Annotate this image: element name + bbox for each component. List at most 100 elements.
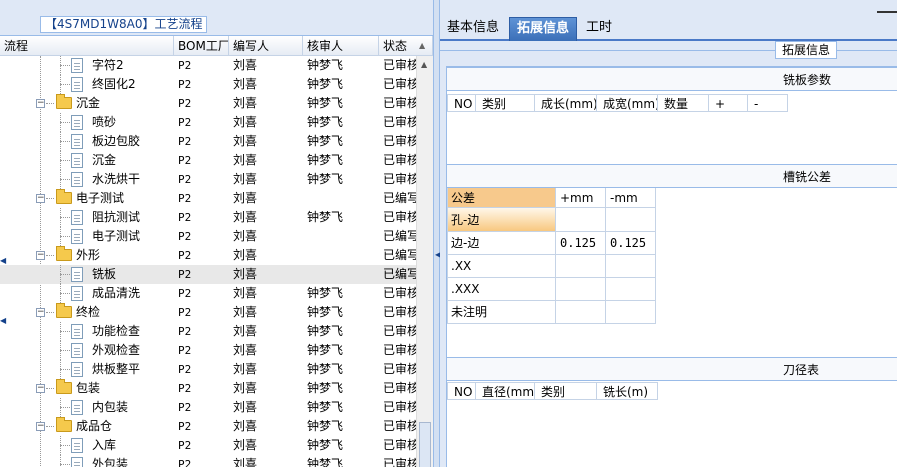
tab-work-hours[interactable]: 工时 bbox=[579, 17, 619, 41]
tree-connector bbox=[46, 255, 54, 256]
status: 已审核 bbox=[383, 172, 416, 186]
tool-diameter-title: 刀径表 bbox=[783, 363, 820, 377]
bom-factory: P2 bbox=[178, 439, 192, 452]
tool-col-header-2[interactable]: 类别 bbox=[535, 382, 597, 400]
panel-splitter[interactable]: ◀ bbox=[433, 0, 441, 467]
collapse-toggle-icon[interactable]: − bbox=[36, 422, 45, 431]
tree-row[interactable]: 水洗烘干 P2 刘喜 钟梦飞 已审核 bbox=[0, 170, 416, 189]
collapse-toggle-icon[interactable]: − bbox=[36, 384, 45, 393]
milling-col-header-2[interactable]: 成长(mm) bbox=[535, 94, 597, 112]
tree-row[interactable]: 沉金 P2 刘喜 钟梦飞 已审核 bbox=[0, 151, 416, 170]
tolerance-cell[interactable] bbox=[556, 208, 606, 232]
sort-arrow-icon[interactable]: ▲ bbox=[419, 41, 425, 50]
column-header-3[interactable]: 核审人 bbox=[303, 36, 379, 56]
tree-group-row[interactable]: − 外形 P2 刘喜 已编写 bbox=[0, 246, 416, 265]
node-name: 包装 bbox=[76, 381, 101, 395]
status: 已审核 bbox=[383, 77, 416, 91]
tab-basic-info[interactable]: 基本信息 bbox=[440, 17, 506, 41]
tolerance-cell[interactable]: 0.125 bbox=[556, 232, 606, 255]
column-header-2[interactable]: 编写人 bbox=[229, 36, 303, 56]
tool-col-header-0[interactable]: NO bbox=[447, 382, 476, 400]
tool-col-header-1[interactable]: 直径(mm) bbox=[476, 382, 535, 400]
node-name: 电子测试 bbox=[76, 191, 125, 205]
milling-params-title: 铣板参数 bbox=[783, 73, 832, 87]
status: 已编写 bbox=[383, 191, 416, 205]
bom-factory: P2 bbox=[178, 401, 192, 414]
milling-col-header-6[interactable]: - bbox=[748, 94, 788, 112]
node-name: 字符2 bbox=[92, 58, 124, 72]
process-flow-panel: 【4S7MD1W8A0】工艺流程 流程 BOM工厂 编写人 核审人 状态 ▲ 字符2 P2 刘… bbox=[0, 0, 433, 467]
document-icon bbox=[71, 286, 83, 301]
tree-row[interactable]: 烘板整平 P2 刘喜 钟梦飞 已审核 bbox=[0, 360, 416, 379]
document-icon bbox=[71, 400, 83, 415]
tree-group-row[interactable]: − 包装 P2 刘喜 钟梦飞 已审核 bbox=[0, 379, 416, 398]
tolerance-cell[interactable] bbox=[606, 278, 656, 301]
collapse-toggle-icon[interactable]: − bbox=[36, 308, 45, 317]
tolerance-cell[interactable] bbox=[556, 278, 606, 301]
reviewer: 钟梦飞 bbox=[307, 400, 344, 414]
tree-row[interactable]: 外观检查 P2 刘喜 钟梦飞 已审核 bbox=[0, 341, 416, 360]
collapse-left-arrow-icon[interactable]: ◀ bbox=[0, 256, 6, 265]
bom-factory: P2 bbox=[178, 173, 192, 186]
tree-row[interactable]: 外包装 P2 刘喜 钟梦飞 已审核 bbox=[0, 455, 416, 467]
tree-row[interactable]: 内包装 P2 刘喜 钟梦飞 已审核 bbox=[0, 398, 416, 417]
tree-row[interactable]: 功能检查 P2 刘喜 钟梦飞 已审核 bbox=[0, 322, 416, 341]
tool-col-header-3[interactable]: 铣长(m) bbox=[597, 382, 658, 400]
bom-factory: P2 bbox=[178, 363, 192, 376]
column-header-1[interactable]: BOM工厂 bbox=[174, 36, 229, 56]
reviewer: 钟梦飞 bbox=[307, 96, 344, 110]
milling-col-header-4[interactable]: 数量 bbox=[658, 94, 709, 112]
status: 已审核 bbox=[383, 400, 416, 414]
bom-factory: P2 bbox=[178, 211, 192, 224]
tree-row[interactable]: 电子测试 P2 刘喜 已编写 bbox=[0, 227, 416, 246]
reviewer: 钟梦飞 bbox=[307, 134, 344, 148]
tab-extended-info[interactable]: 拓展信息 bbox=[509, 17, 578, 41]
tree-row[interactable]: 铣板 P2 刘喜 已编写 bbox=[0, 265, 416, 284]
reviewer: 钟梦飞 bbox=[307, 305, 344, 319]
tolerance-cell[interactable] bbox=[606, 255, 656, 278]
writer: 刘喜 bbox=[233, 96, 258, 110]
tree-group-row[interactable]: − 终检 P2 刘喜 钟梦飞 已审核 bbox=[0, 303, 416, 322]
tree-row[interactable]: 喷砂 P2 刘喜 钟梦飞 已审核 bbox=[0, 113, 416, 132]
tolerance-cell[interactable] bbox=[606, 301, 656, 324]
writer: 刘喜 bbox=[233, 419, 258, 433]
collapse-left-arrow-icon-2[interactable]: ◀ bbox=[0, 316, 6, 325]
scroll-up-arrow-icon[interactable]: ▲ bbox=[421, 60, 427, 69]
writer: 刘喜 bbox=[233, 286, 258, 300]
milling-col-header-0[interactable]: NO bbox=[447, 94, 476, 112]
tolerance-cell[interactable] bbox=[606, 208, 656, 232]
reviewer: 钟梦飞 bbox=[307, 324, 344, 338]
tree-group-row[interactable]: − 成品仓 P2 刘喜 钟梦飞 已审核 bbox=[0, 417, 416, 436]
status: 已审核 bbox=[383, 381, 416, 395]
slot-tolerance-title: 槽铣公差 bbox=[783, 170, 832, 184]
tree-row[interactable]: 入库 P2 刘喜 钟梦飞 已审核 bbox=[0, 436, 416, 455]
milling-col-header-5[interactable]: + bbox=[709, 94, 748, 112]
milling-col-header-1[interactable]: 类别 bbox=[476, 94, 535, 112]
tree-row[interactable]: 成品清洗 P2 刘喜 钟梦飞 已审核 bbox=[0, 284, 416, 303]
tree-row[interactable]: 阻抗测试 P2 刘喜 钟梦飞 已审核 bbox=[0, 208, 416, 227]
tree-row[interactable]: 字符2 P2 刘喜 钟梦飞 已审核 bbox=[0, 56, 416, 75]
writer: 刘喜 bbox=[233, 267, 258, 281]
tree-group-row[interactable]: − 电子测试 P2 刘喜 已编写 bbox=[0, 189, 416, 208]
tree-row[interactable]: 终固化2 P2 刘喜 钟梦飞 已审核 bbox=[0, 75, 416, 94]
folder-icon bbox=[56, 189, 72, 204]
vertical-scrollbar[interactable]: ▲ bbox=[416, 56, 433, 467]
tolerance-cell[interactable] bbox=[556, 301, 606, 324]
column-header-0[interactable]: 流程 bbox=[0, 36, 174, 56]
collapse-toggle-icon[interactable]: − bbox=[36, 251, 45, 260]
document-icon bbox=[71, 362, 83, 377]
document-icon bbox=[71, 457, 83, 467]
reviewer: 钟梦飞 bbox=[307, 172, 344, 186]
bom-factory: P2 bbox=[178, 458, 192, 467]
collapse-toggle-icon[interactable]: − bbox=[36, 99, 45, 108]
tree-group-row[interactable]: − 沉金 P2 刘喜 钟梦飞 已审核 bbox=[0, 94, 416, 113]
tree-row[interactable]: 板边包胶 P2 刘喜 钟梦飞 已审核 bbox=[0, 132, 416, 151]
status: 已审核 bbox=[383, 324, 416, 338]
milling-col-header-3[interactable]: 成宽(mm) bbox=[597, 94, 658, 112]
tolerance-cell[interactable] bbox=[556, 255, 606, 278]
status: 已编写 bbox=[383, 248, 416, 262]
tolerance-cell[interactable]: 0.125 bbox=[606, 232, 656, 255]
slot-tolerance-header: 槽铣公差 bbox=[447, 164, 897, 188]
collapse-toggle-icon[interactable]: − bbox=[36, 194, 45, 203]
scrollbar-thumb[interactable] bbox=[419, 422, 431, 467]
